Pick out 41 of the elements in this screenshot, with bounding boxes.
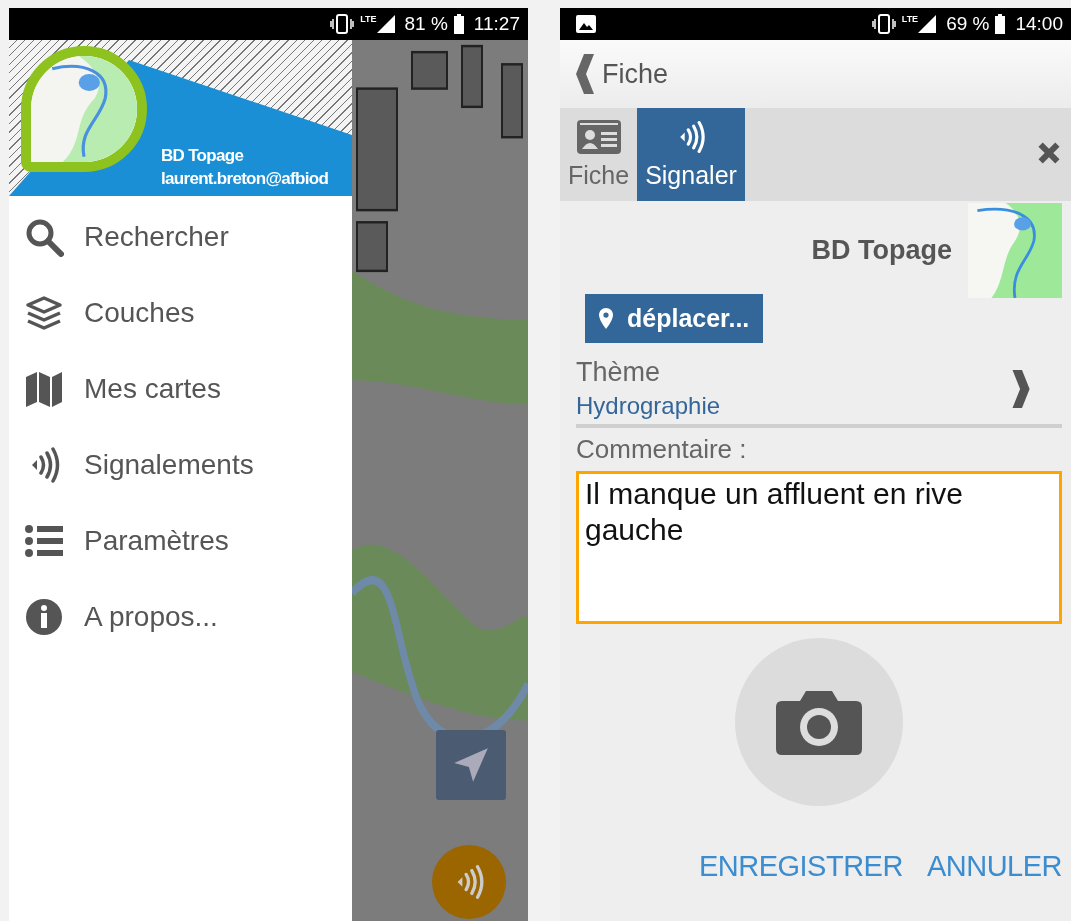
info-icon bbox=[24, 597, 64, 637]
vibrate-icon bbox=[871, 14, 896, 34]
search-icon bbox=[24, 217, 64, 257]
menu-item[interactable]: Signalements bbox=[9, 427, 352, 503]
id-card-icon bbox=[575, 119, 622, 155]
status-time: 14:00 bbox=[1015, 13, 1063, 35]
battery-icon bbox=[453, 14, 464, 34]
theme-selector[interactable]: Thème Hydrographie bbox=[576, 349, 1062, 428]
network-label: LTE bbox=[901, 14, 919, 24]
layers-icon bbox=[24, 293, 64, 333]
close-icon bbox=[1037, 141, 1061, 165]
comment-field[interactable]: Il manque un affluent en rive gauche bbox=[576, 471, 1062, 624]
vibrate-icon bbox=[330, 14, 355, 34]
menu-item[interactable]: Mes cartes bbox=[9, 351, 352, 427]
comment-label: Commentaire : bbox=[576, 434, 747, 465]
tab[interactable]: Fiche bbox=[560, 108, 638, 201]
menu-item[interactable]: Paramètres bbox=[9, 503, 352, 579]
map-pin-icon bbox=[599, 308, 613, 329]
signal-icon bbox=[918, 15, 937, 33]
map-icon bbox=[24, 369, 64, 409]
battery-percentage: 69 % bbox=[946, 13, 990, 35]
back-button[interactable]: Fiche bbox=[560, 54, 669, 94]
locate-button[interactable] bbox=[436, 730, 506, 800]
theme-value: Hydrographie bbox=[576, 392, 721, 420]
user-email: laurent.breton@afbiod bbox=[161, 168, 329, 190]
drawer-title: BD Topage bbox=[161, 145, 244, 167]
layer-name: BD Topage bbox=[811, 235, 952, 266]
chevron-right-icon bbox=[1012, 369, 1032, 408]
image-icon bbox=[576, 15, 596, 33]
theme-label: Thème bbox=[576, 357, 662, 388]
menu-item[interactable]: A propos... bbox=[9, 579, 352, 655]
move-button[interactable]: déplacer... bbox=[585, 294, 764, 343]
menu-item[interactable]: Rechercher bbox=[9, 199, 352, 275]
battery-icon bbox=[995, 14, 1006, 34]
status-time: 11:27 bbox=[473, 13, 520, 35]
battery-percentage: 81 % bbox=[404, 13, 448, 35]
signal-icon bbox=[376, 15, 395, 33]
chevron-left-icon bbox=[574, 54, 594, 94]
network-label: LTE bbox=[360, 14, 377, 24]
tab[interactable]: Signaler bbox=[637, 108, 745, 201]
menu-item[interactable]: Couches bbox=[9, 275, 352, 351]
